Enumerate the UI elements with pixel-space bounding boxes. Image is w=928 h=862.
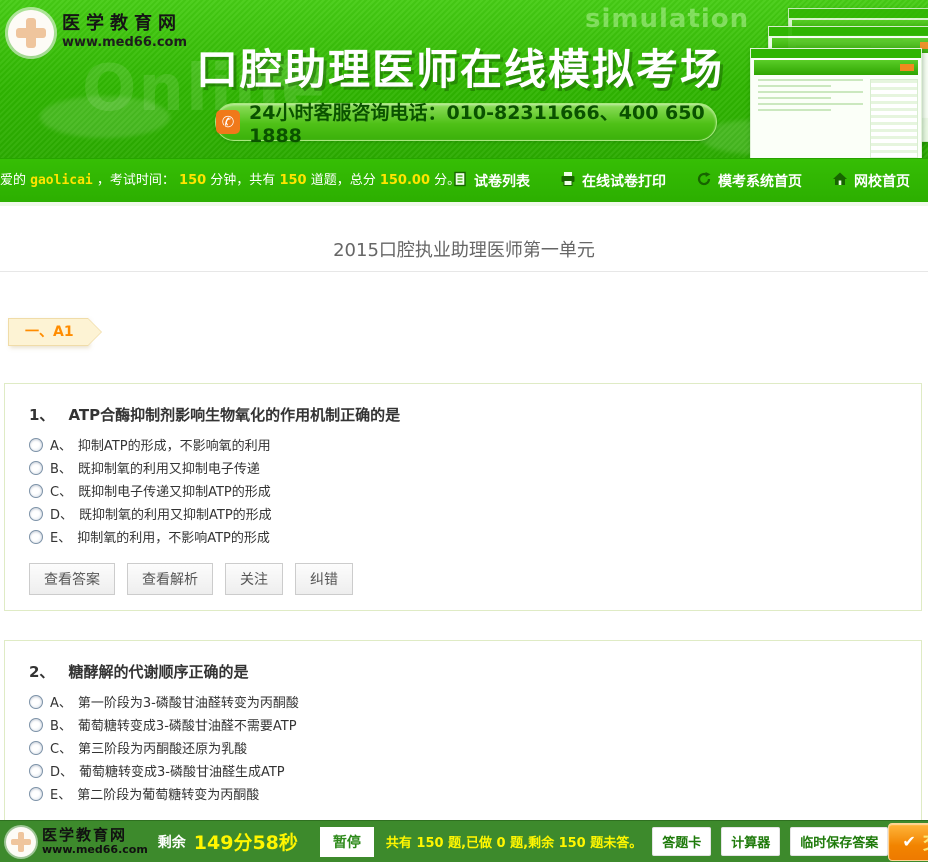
exam-preview-thumbnail: [746, 30, 928, 158]
exam-total-questions: 150: [279, 173, 306, 188]
option-row-b: B、 葡萄糖转变成3-磷酸甘油醛不需要ATP: [29, 713, 921, 736]
option-radio[interactable]: [29, 438, 43, 452]
check-icon: ✔: [902, 832, 915, 851]
option-row-a: A、 抑制ATP的形成，不影响氧的利用: [29, 433, 921, 456]
option-radio[interactable]: [29, 484, 43, 498]
option-text: 既抑制氧的利用又抑制ATP的形成: [79, 504, 272, 523]
options-list: A、 第一阶段为3-磷酸甘油醛转变为丙酮酸 B、 葡萄糖转变成3-磷酸甘油醛不需…: [29, 690, 921, 805]
exam-banner-title: 口腔助理医师在线模拟考场: [150, 36, 770, 97]
question-title: 2、糖酵解的代谢顺序正确的是: [29, 661, 921, 682]
paper-title: 2015口腔执业助理医师第一单元: [0, 236, 928, 262]
preview-window: [750, 48, 922, 158]
exam-page: Online simulation 医学教育网 www.med66.com 口腔…: [0, 0, 928, 862]
report-error-button[interactable]: 纠错: [295, 563, 353, 595]
nav-link-print[interactable]: 在线试卷打印: [560, 171, 666, 191]
option-row-c: C、 既抑制电子传递又抑制ATP的形成: [29, 479, 921, 502]
view-analysis-button[interactable]: 查看解析: [127, 563, 213, 595]
option-row-a: A、 第一阶段为3-磷酸甘油醛转变为丙酮酸: [29, 690, 921, 713]
option-row-d: D、 既抑制氧的利用又抑制ATP的形成: [29, 502, 921, 525]
refresh-arrow-icon: [696, 171, 712, 191]
question-number: 1、: [29, 406, 54, 424]
option-text: 既抑制电子传递又抑制ATP的形成: [78, 481, 271, 500]
question-stem: ATP合酶抑制剂影响生物氧化的作用机制正确的是: [68, 406, 400, 424]
option-radio[interactable]: [29, 530, 43, 544]
footer-site-url: www.med66.com: [42, 843, 148, 856]
option-radio[interactable]: [29, 461, 43, 475]
option-text: 葡萄糖转变成3-磷酸甘油醛不需要ATP: [78, 715, 297, 734]
question-actions: 查看答案 查看解析 关注 纠错: [29, 563, 921, 595]
question-stem: 糖酵解的代谢顺序正确的是: [68, 663, 248, 681]
service-phone-banner: ✆ 24小时客服咨询电话：010-82311666、400 650 1888: [215, 103, 717, 141]
phone-icon: ✆: [216, 110, 240, 134]
option-text: 葡萄糖转变成3-磷酸甘油醛生成ATP: [79, 761, 285, 780]
exam-total-score: 150.00: [380, 173, 430, 188]
submit-paper-button[interactable]: ✔ 交卷: [888, 823, 928, 861]
pause-button[interactable]: 暂停: [320, 827, 374, 857]
option-row-c: C、 第三阶段为丙酮酸还原为乳酸: [29, 736, 921, 759]
calculator-button[interactable]: 计算器: [721, 827, 780, 856]
option-row-b: B、 既抑制氧的利用又抑制电子传递: [29, 456, 921, 479]
med66-cross-icon: [6, 827, 36, 857]
option-row-e: E、 第二阶段为葡萄糖转变为丙酮酸: [29, 782, 921, 805]
printer-icon: [560, 171, 576, 191]
user-greeting: 亲爱的 gaolicai ，考试时间： 150 分钟，共有 150 道题，总分 …: [0, 159, 460, 203]
options-list: A、 抑制ATP的形成，不影响氧的利用 B、 既抑制氧的利用又抑制电子传递 C、…: [29, 433, 921, 548]
username: gaolicai: [30, 173, 93, 188]
nav-link-school-home[interactable]: 网校首页: [832, 171, 910, 191]
home-icon: [832, 171, 848, 191]
question-panel-1: 1、 ATP合酶抑制剂影响生物氧化的作用机制正确的是 A、 抑制ATP的形成，不影…: [4, 383, 922, 611]
question-title: 1、 ATP合酶抑制剂影响生物氧化的作用机制正确的是: [29, 404, 921, 425]
option-text: 第一阶段为3-磷酸甘油醛转变为丙酮酸: [78, 692, 299, 711]
save-answers-button[interactable]: 临时保存答案: [790, 827, 888, 856]
option-text: 第三阶段为丙酮酸还原为乳酸: [78, 738, 247, 757]
exam-info-bar: 亲爱的 gaolicai ，考试时间： 150 分钟，共有 150 道题，总分 …: [0, 158, 928, 202]
option-text: 抑制氧的利用，不影响ATP的形成: [77, 527, 270, 546]
option-radio[interactable]: [29, 718, 43, 732]
med66-cross-icon: [8, 10, 54, 56]
site-name: 医学教育网: [62, 13, 187, 35]
paper-list-icon: [452, 171, 468, 191]
exam-status-bar: 医学教育网 www.med66.com 剩余 149分58秒 暂停 共有 150…: [0, 820, 928, 862]
title-divider: [0, 271, 928, 272]
exam-minutes: 150: [179, 173, 206, 188]
section-tab-a1: 一、A1: [8, 318, 88, 346]
footer-site-name: 医学教育网: [42, 827, 148, 843]
nav-link-paper-list[interactable]: 试卷列表: [452, 171, 530, 191]
exam-content: 2015口腔执业助理医师第一单元 一、A1 1、 ATP合酶抑制剂影响生物氧化的作…: [0, 202, 928, 862]
header-banner: Online simulation 医学教育网 www.med66.com 口腔…: [0, 0, 928, 158]
footer-logo: 医学教育网 www.med66.com: [6, 827, 148, 857]
option-text: 第二阶段为葡萄糖转变为丙酮酸: [77, 784, 259, 803]
follow-button[interactable]: 关注: [225, 563, 283, 595]
option-row-e: E、 抑制氧的利用，不影响ATP的形成: [29, 525, 921, 548]
option-radio[interactable]: [29, 787, 43, 801]
option-radio[interactable]: [29, 741, 43, 755]
watermark-simulation: simulation: [585, 4, 749, 34]
answer-card-button[interactable]: 答题卡: [652, 827, 711, 856]
option-row-d: D、 葡萄糖转变成3-磷酸甘油醛生成ATP: [29, 759, 921, 782]
service-phone-text: 24小时客服咨询电话：010-82311666、400 650 1888: [249, 98, 716, 147]
question-number: 2、: [29, 663, 54, 681]
preview-sidebar: [870, 79, 918, 158]
option-text: 抑制ATP的形成，不影响氧的利用: [78, 435, 271, 454]
greeting-prefix: 亲爱的: [0, 173, 30, 188]
option-radio[interactable]: [29, 507, 43, 521]
nav-links: 试卷列表 在线试卷打印 模考系统首页 网校首页: [452, 159, 910, 203]
option-radio[interactable]: [29, 764, 43, 778]
option-radio[interactable]: [29, 695, 43, 709]
view-answer-button[interactable]: 查看答案: [29, 563, 115, 595]
nav-link-mock-home[interactable]: 模考系统首页: [696, 171, 802, 191]
remaining-label: 剩余: [158, 832, 186, 852]
progress-status: 共有 150 题,已做 0 题,剩余 150 题未答。: [386, 832, 642, 851]
countdown-timer: 149分58秒: [194, 828, 298, 855]
option-text: 既抑制氧的利用又抑制电子传递: [78, 458, 260, 477]
